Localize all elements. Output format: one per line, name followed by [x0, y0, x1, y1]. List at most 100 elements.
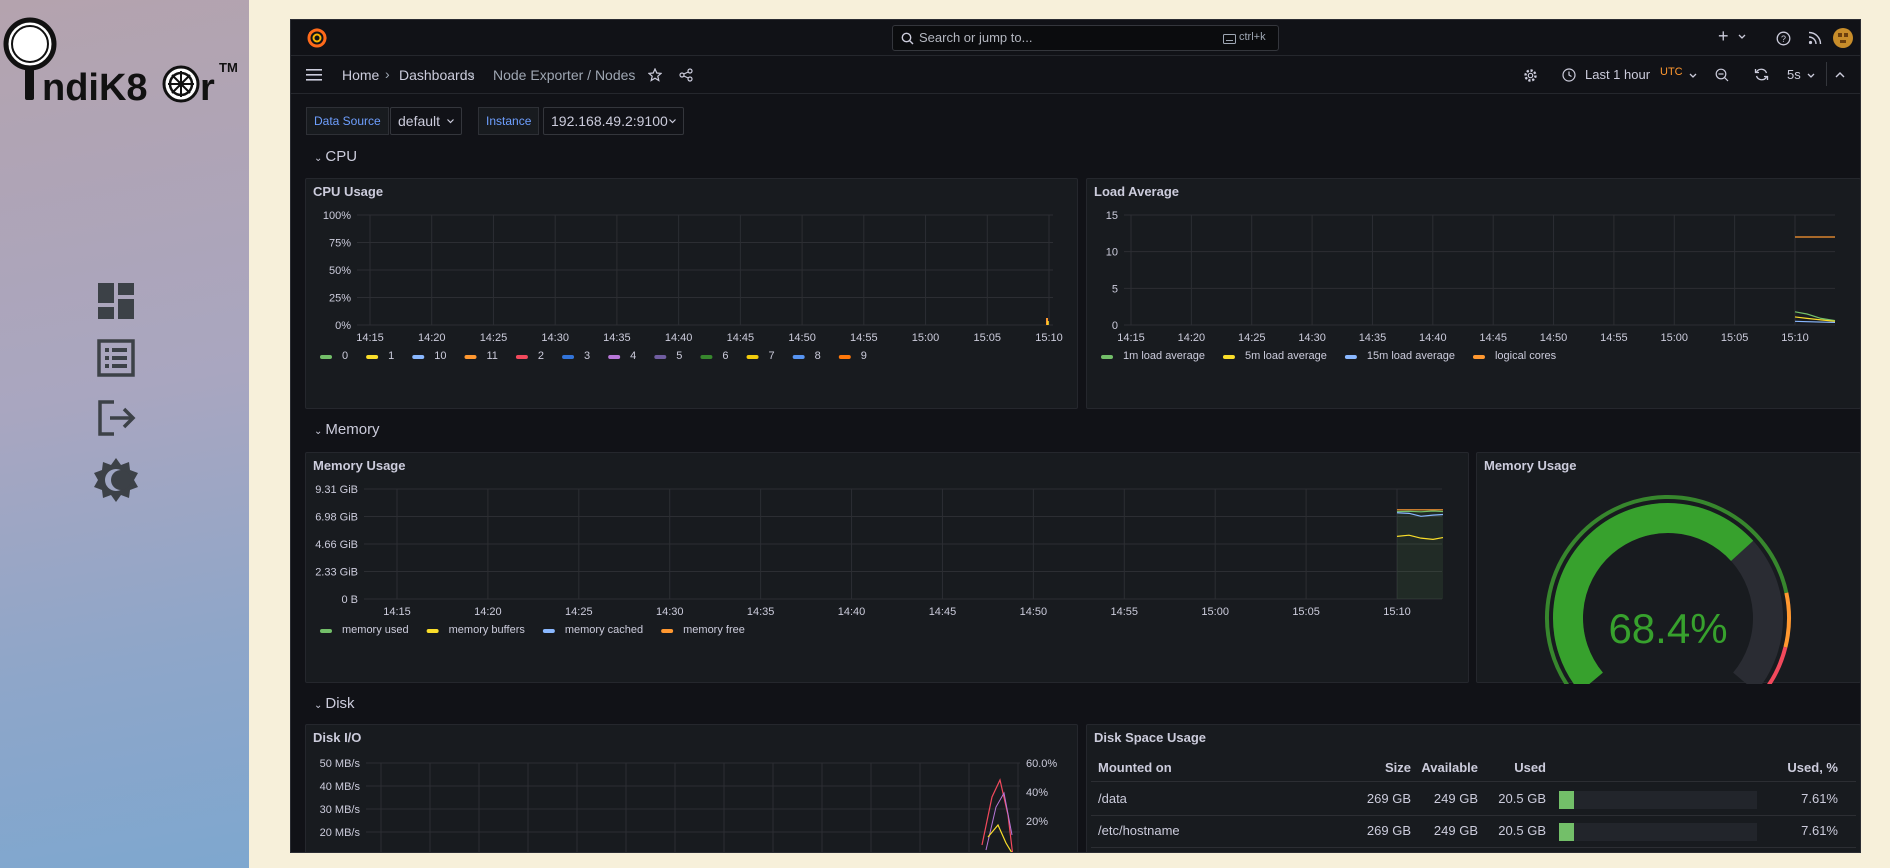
table-divider	[1091, 781, 1856, 782]
diskio-series-line	[985, 791, 1013, 851]
x-tick-label: 14:55	[1600, 332, 1628, 344]
table-divider	[1091, 847, 1856, 848]
legend-item: 2	[538, 350, 544, 362]
search-input[interactable]: Search or jump to... ctrl+k	[892, 25, 1279, 51]
row-cpu-title: CPU	[325, 148, 358, 165]
table-header[interactable]: Size	[1385, 760, 1411, 775]
chevron-down-icon[interactable]	[1807, 73, 1815, 79]
app-sidebar: ndiK8 r TM	[0, 0, 249, 868]
row-cpu[interactable]: ⌄ CPU	[314, 148, 357, 165]
table-header[interactable]: Used	[1514, 760, 1546, 775]
legend-swatch	[608, 355, 621, 359]
usage-bar	[1559, 791, 1757, 809]
legend-item: 6	[722, 350, 728, 362]
instance-select[interactable]: 192.168.49.2:9100	[543, 107, 684, 135]
diskio-series-line	[987, 823, 1013, 852]
add-icon[interactable]: +	[1718, 26, 1729, 47]
table-divider	[1091, 815, 1856, 816]
table-header[interactable]: Used, %	[1787, 760, 1838, 775]
table-header[interactable]: Available	[1421, 760, 1478, 775]
x-tick-label: 14:45	[929, 606, 957, 618]
legend-item: 9	[861, 350, 867, 362]
load-average-panel[interactable]: Load Average 15 10 5 0 14:15 14:20 14:25 14:30 1…	[1086, 178, 1860, 409]
row-memory[interactable]: ⌄ Memory	[314, 421, 380, 438]
chevron-down-icon: ⌄	[314, 700, 323, 711]
legend-swatch	[464, 355, 477, 359]
menu-icon[interactable]	[306, 69, 322, 81]
grafana-logo-icon[interactable]	[306, 27, 328, 49]
share-icon[interactable]	[679, 68, 693, 82]
refresh-interval[interactable]: 5s	[1787, 67, 1801, 82]
legend-swatch	[661, 629, 674, 633]
keyboard-icon	[1223, 34, 1236, 44]
memory-usage-chart: 9.31 GiB 6.98 GiB 4.66 GiB 2.33 GiB 0 B 14:15…	[315, 484, 1444, 636]
zoom-out-icon[interactable]	[1715, 68, 1729, 82]
legend-item: 1m load average	[1123, 350, 1205, 362]
legend-swatch	[746, 355, 759, 359]
table-cell-used: 20.5 GB	[1498, 791, 1546, 806]
avatar[interactable]	[1832, 27, 1854, 49]
indik8or-logo: ndiK8 r TM	[3, 17, 238, 109]
legend-swatch	[542, 629, 555, 633]
refresh-icon[interactable]	[1754, 67, 1769, 82]
x-tick-label: 14:55	[850, 332, 878, 344]
logout-icon[interactable]	[92, 394, 140, 442]
chevron-down-icon	[669, 119, 676, 124]
cpu-usage-panel[interactable]: CPU Usage 100% 75% 50% 25% 0% 14:15 14:20 14:25…	[305, 178, 1078, 409]
disk-io-panel[interactable]: Disk I/O 50 MB/s 40 MB/s 30 MB/s 20 MB/s 60.…	[305, 724, 1078, 852]
grafana-window: Search or jump to... ctrl+k + ? Home › D…	[290, 19, 1861, 853]
x-tick-label: 14:30	[656, 606, 684, 618]
legend-item: 5	[676, 350, 682, 362]
panel-title: Disk Space Usage	[1094, 730, 1207, 745]
disk-space-panel[interactable]: Disk Space Usage Mounted on Size Available…	[1086, 724, 1860, 852]
legend-swatch	[792, 355, 805, 359]
y-tick-label: 2.33 GiB	[315, 567, 358, 579]
legend-item: 8	[815, 350, 821, 362]
breadcrumb-home[interactable]: Home	[342, 67, 379, 83]
x-tick-label: 14:40	[838, 606, 866, 618]
memory-usage-panel[interactable]: Memory Usage 9.31 GiB 6.98 GiB 4.66 GiB 2.3…	[305, 452, 1469, 683]
gear-icon[interactable]	[1523, 68, 1538, 83]
list-icon[interactable]	[92, 334, 140, 382]
legend-swatch	[412, 355, 425, 359]
legend-item: 15m load average	[1367, 350, 1455, 362]
chevron-up-icon[interactable]	[1835, 71, 1845, 78]
x-tick-label: 14:35	[603, 332, 631, 344]
y-tick-label: 30 MB/s	[320, 804, 361, 816]
usage-bar	[1559, 823, 1757, 841]
table-header[interactable]: Mounted on	[1098, 760, 1172, 775]
search-shortcut: ctrl+k	[1239, 31, 1266, 43]
rss-icon[interactable]	[1808, 31, 1822, 45]
star-icon[interactable]	[648, 68, 662, 82]
dashboard-icon[interactable]	[92, 277, 140, 325]
y-tick-label: 0%	[335, 320, 351, 332]
datasource-label: Data Source	[306, 107, 389, 135]
x-tick-label: 14:15	[383, 606, 411, 618]
row-disk[interactable]: ⌄ Disk	[314, 695, 355, 712]
table-cell-size: 269 GB	[1366, 791, 1411, 806]
memory-gauge: 68.4%	[1545, 495, 1791, 684]
load-average-chart: 15 10 5 014:15 14:20 14:25 14:30 14:35 14:40 14:4…	[1101, 210, 1836, 362]
nav-bar: Home › Dashboards › Node Exporter / Node…	[291, 56, 1860, 94]
memory-used-area	[1397, 509, 1443, 599]
time-range-picker[interactable]: Last 1 hour	[1585, 67, 1650, 82]
legend-swatch	[366, 355, 379, 359]
help-icon[interactable]: ?	[1776, 31, 1791, 46]
chevron-down-icon[interactable]	[1738, 34, 1746, 40]
x-tick-label: 14:35	[1359, 332, 1387, 344]
breadcrumb-separator: ›	[385, 66, 390, 82]
x-tick-label: 15:05	[1292, 606, 1320, 618]
y2-tick-label: 20%	[1026, 816, 1048, 828]
chevron-down-icon[interactable]	[1689, 73, 1697, 79]
legend-swatch	[1222, 355, 1235, 359]
datasource-select[interactable]: default	[390, 107, 462, 135]
memory-gauge-panel[interactable]: Memory Usage 68.4%	[1476, 452, 1860, 684]
clock-icon[interactable]	[1562, 68, 1576, 82]
gauge-threshold	[1783, 592, 1791, 648]
theme-toggle-icon[interactable]	[92, 456, 140, 504]
legend-item: 1	[388, 350, 394, 362]
x-tick-label: 14:30	[1298, 332, 1326, 344]
row-disk-title: Disk	[325, 695, 355, 712]
breadcrumb-dashboards[interactable]: Dashboards	[399, 67, 475, 83]
breadcrumb-current: Node Exporter / Nodes	[493, 67, 636, 83]
